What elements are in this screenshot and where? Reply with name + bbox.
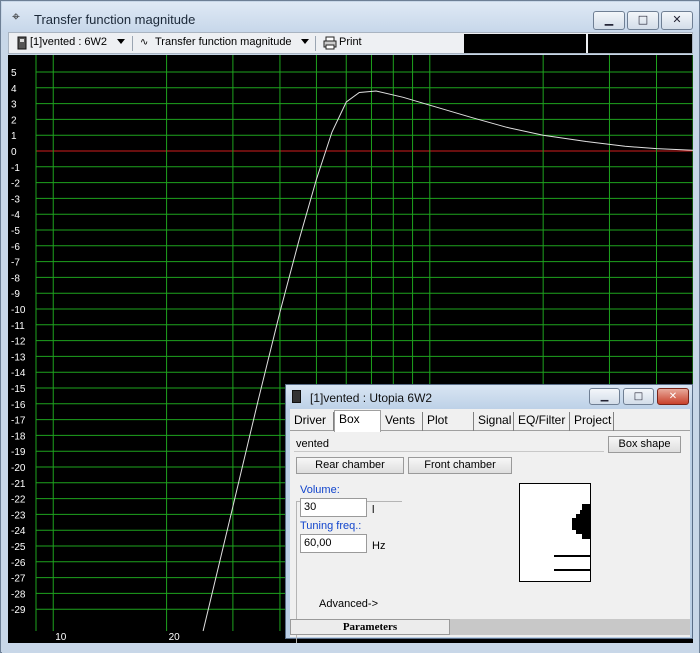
plot-dropdown-arrow-icon[interactable] (301, 39, 309, 44)
tab-signal[interactable]: Signal (474, 412, 514, 431)
front-chamber-button[interactable]: Front chamber (408, 457, 512, 474)
x-tick-label: 10 (55, 632, 67, 643)
y-tick-label: -11 (11, 321, 25, 332)
y-tick-label: -2 (11, 179, 20, 190)
y-tick-label: 0 (11, 147, 17, 158)
close-button[interactable]: ✕ (661, 11, 693, 30)
y-tick-label: -13 (11, 352, 26, 363)
tab-driver[interactable]: Driver (290, 412, 334, 431)
y-tick-label: -19 (11, 447, 26, 458)
driver-preview-icon (554, 504, 590, 571)
y-tick-label: -27 (11, 574, 26, 585)
readout-panel (464, 34, 586, 53)
minimize-button[interactable]: ▁ (593, 11, 625, 30)
project-icon (292, 390, 301, 403)
y-tick-label: -24 (11, 526, 26, 537)
child-body: Driver Box Vents Plot Signal EQ/Filter P… (290, 409, 690, 643)
y-tick-label: -18 (11, 431, 26, 442)
y-tick-label: -20 (11, 463, 26, 474)
tab-project[interactable]: Project (570, 412, 614, 431)
parameters-status: Parameters (290, 619, 450, 635)
project-selector[interactable]: [1]vented : 6W2 (30, 36, 107, 48)
y-tick-label: -15 (11, 384, 26, 395)
y-tick-label: 3 (11, 100, 17, 111)
tab-plot[interactable]: Plot (423, 412, 474, 431)
wave-icon: ∿ (140, 37, 149, 48)
toolbar-separator (132, 36, 133, 51)
child-maximize-button[interactable]: □ (623, 388, 654, 405)
y-tick-label: -14 (11, 368, 26, 379)
volume-input[interactable]: 30 (300, 498, 367, 517)
y-tick-label: 2 (11, 115, 17, 126)
rear-chamber-button[interactable]: Rear chamber (296, 457, 404, 474)
project-icon (17, 36, 27, 50)
y-tick-label: -4 (11, 210, 20, 221)
x-tick-label: 20 (169, 632, 181, 643)
y-tick-label: -23 (11, 510, 26, 521)
y-tick-label: -29 (11, 605, 26, 616)
y-tick-label: 4 (11, 84, 17, 95)
box-preview (519, 483, 591, 582)
y-tick-label: -21 (11, 479, 26, 490)
y-tick-label: -22 (11, 495, 26, 506)
box-editor-window: [1]vented : Utopia 6W2 ▁ □ ✕ Driver Box … (285, 384, 693, 643)
advanced-button[interactable]: Advanced-> (319, 598, 378, 610)
y-tick-label: -3 (11, 194, 20, 205)
child-window-title: [1]vented : Utopia 6W2 (310, 391, 433, 405)
window-frame-bottom (2, 643, 699, 653)
box-name-field[interactable]: vented (294, 436, 604, 452)
y-tick-label: -6 (11, 242, 20, 253)
tab-strip: Driver Box Vents Plot Signal EQ/Filter P… (290, 409, 690, 432)
toolbar-separator (315, 36, 316, 51)
tab-vents[interactable]: Vents (381, 412, 423, 431)
plot-selector[interactable]: Transfer function magnitude (155, 36, 292, 48)
project-dropdown-arrow-icon[interactable] (117, 39, 125, 44)
window-title: Transfer function magnitude (34, 12, 196, 27)
y-tick-label: -25 (11, 542, 26, 553)
status-bar: Parameters (290, 619, 690, 635)
crosshair-icon: ⌖ (12, 9, 20, 25)
tuning-freq-input[interactable]: 60,00 (300, 534, 367, 553)
tuning-freq-label: Tuning freq.: (300, 520, 362, 532)
y-tick-label: -17 (11, 416, 26, 427)
toolbar: [1]vented : 6W2 ∿ Transfer function magn… (8, 32, 693, 54)
tab-eq-filter[interactable]: EQ/Filter (514, 412, 570, 431)
y-tick-label: -28 (11, 589, 26, 600)
y-tick-label: -7 (11, 258, 20, 269)
y-tick-label: -16 (11, 400, 26, 411)
box-shape-button[interactable]: Box shape (608, 436, 681, 453)
y-tick-label: 5 (11, 68, 17, 79)
child-minimize-button[interactable]: ▁ (589, 388, 620, 405)
volume-unit: l (372, 504, 375, 516)
y-tick-label: 1 (11, 131, 17, 142)
printer-icon[interactable] (323, 36, 337, 50)
print-button[interactable]: Print (339, 36, 362, 48)
y-tick-label: -1 (11, 163, 20, 174)
volume-label: Volume: (300, 484, 340, 496)
child-title-bar[interactable]: [1]vented : Utopia 6W2 ▁ □ ✕ (286, 385, 692, 409)
child-close-button[interactable]: ✕ (657, 388, 689, 405)
y-tick-label: -26 (11, 558, 26, 569)
tuning-freq-unit: Hz (372, 540, 386, 552)
title-bar[interactable]: ⌖ Transfer function magnitude ▁ □ ✕ (2, 2, 699, 32)
y-tick-label: -8 (11, 273, 20, 284)
tab-box[interactable]: Box (334, 410, 381, 432)
y-tick-label: -12 (11, 337, 26, 348)
y-tick-label: -10 (11, 305, 26, 316)
readout-panel (588, 34, 692, 53)
y-tick-label: -5 (11, 226, 20, 237)
maximize-button[interactable]: □ (627, 11, 659, 30)
y-tick-label: -9 (11, 289, 20, 300)
